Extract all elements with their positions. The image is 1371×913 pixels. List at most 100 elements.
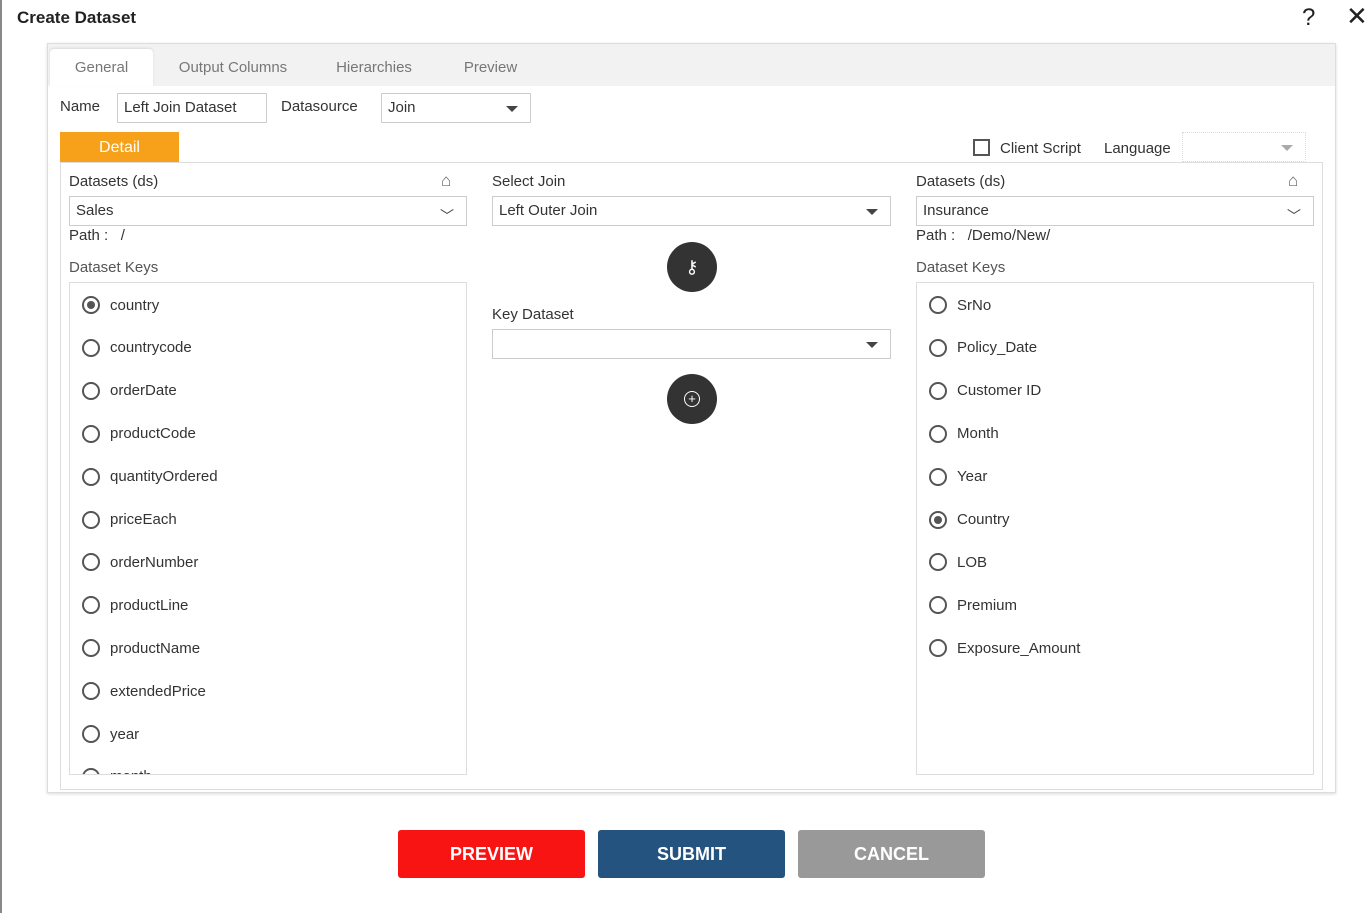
key-label: extendedPrice — [110, 682, 206, 700]
key-label: Country — [957, 511, 1010, 528]
key-icon: ⚷ — [685, 256, 699, 277]
right-keys-label: Dataset Keys — [916, 259, 1006, 276]
key-item[interactable]: orderDate — [82, 381, 177, 401]
radio-button[interactable] — [929, 639, 947, 658]
key-label: SrNo — [957, 296, 992, 314]
key-item[interactable]: Country — [929, 510, 1010, 530]
path-value: /Demo/New/ — [967, 227, 1051, 244]
detail-tab[interactable]: Detail — [60, 132, 179, 163]
key-item[interactable]: productName — [82, 638, 200, 658]
key-item[interactable]: extendedPrice — [82, 681, 206, 701]
key-label: productCode — [110, 425, 196, 443]
key-item[interactable]: productCode — [82, 424, 196, 444]
radio-button[interactable] — [82, 338, 100, 357]
help-icon[interactable]: ? — [1302, 4, 1315, 32]
close-icon[interactable]: ✕ — [1346, 2, 1368, 30]
tab-general[interactable]: General — [50, 49, 153, 86]
language-label: Language — [1104, 140, 1171, 157]
preview-button[interactable]: PREVIEW — [398, 830, 585, 878]
dialog-title: Create Dataset — [17, 8, 137, 27]
key-label: year — [110, 725, 140, 743]
left-path: Path : / — [69, 227, 125, 244]
datasource-select[interactable]: Join — [381, 93, 531, 123]
key-label: priceEach — [110, 511, 177, 528]
key-item[interactable]: Policy_Date — [929, 338, 1037, 358]
key-item[interactable]: Month — [929, 424, 999, 444]
key-label: Customer ID — [957, 382, 1042, 400]
radio-button[interactable] — [929, 424, 947, 443]
radio-button[interactable] — [82, 553, 100, 572]
key-label: month — [110, 768, 152, 774]
radio-button[interactable] — [82, 639, 100, 658]
key-dataset-label: Key Dataset — [492, 306, 574, 323]
radio-button[interactable] — [929, 510, 947, 529]
left-keys-list[interactable]: country countrycode orderDate productCode qu… — [69, 282, 467, 775]
key-item[interactable]: SrNo — [929, 295, 991, 315]
radio-button[interactable] — [929, 296, 947, 314]
tab-preview[interactable]: Preview — [448, 49, 533, 86]
left-dataset-select[interactable]: Sales ﹀ — [69, 196, 467, 226]
key-item[interactable]: month — [82, 767, 152, 774]
tab-output-columns[interactable]: Output Columns — [163, 49, 303, 86]
key-item[interactable]: countrycode — [82, 338, 192, 358]
radio-button[interactable] — [82, 296, 100, 314]
right-dataset-select[interactable]: Insurance ﹀ — [916, 196, 1314, 226]
chevron-down-icon: ﹀ — [440, 208, 454, 224]
left-dataset-value: Sales — [76, 202, 114, 219]
path-value: / — [120, 227, 125, 244]
caret-down-icon — [1281, 145, 1293, 151]
caret-down-icon — [506, 106, 518, 112]
select-join-value: Left Outer Join — [499, 202, 598, 219]
key-item[interactable]: country — [82, 295, 159, 315]
key-item[interactable]: Customer ID — [929, 381, 1041, 401]
key-dataset-select[interactable] — [492, 329, 891, 359]
path-label: Path : — [69, 227, 109, 244]
language-select[interactable] — [1182, 132, 1306, 162]
radio-button[interactable] — [82, 725, 100, 743]
key-item[interactable]: LOB — [929, 552, 987, 572]
right-dataset-value: Insurance — [923, 202, 989, 219]
key-label: productLine — [110, 596, 189, 614]
radio-button[interactable] — [82, 467, 100, 486]
radio-button[interactable] — [929, 338, 947, 357]
key-label: countrycode — [110, 339, 192, 357]
radio-button[interactable] — [929, 553, 947, 572]
key-item[interactable]: quantityOrdered — [82, 467, 218, 487]
add-button[interactable]: + — [667, 374, 717, 424]
cancel-button[interactable]: CANCEL — [798, 830, 985, 878]
key-item[interactable]: year — [82, 724, 139, 744]
radio-button[interactable] — [929, 596, 947, 615]
key-item[interactable]: priceEach — [82, 510, 177, 530]
caret-down-icon — [866, 342, 878, 348]
submit-button[interactable]: SUBMIT — [598, 830, 785, 878]
right-keys-list[interactable]: SrNo Policy_Date Customer ID Month Year Count… — [916, 282, 1314, 775]
key-item[interactable]: orderNumber — [82, 552, 198, 572]
chevron-down-icon: ﹀ — [1287, 208, 1301, 224]
key-label: Premium — [957, 596, 1018, 614]
key-item[interactable]: Exposure_Amount — [929, 638, 1080, 658]
right-path: Path : /Demo/New/ — [916, 227, 1050, 244]
tab-hierarchies[interactable]: Hierarchies — [323, 49, 425, 86]
name-input[interactable]: Left Join Dataset — [117, 93, 267, 123]
select-join-select[interactable]: Left Outer Join — [492, 196, 891, 226]
radio-button[interactable] — [82, 596, 100, 615]
key-button[interactable]: ⚷ — [667, 242, 717, 292]
key-label: Policy_Date — [957, 339, 1038, 357]
radio-button[interactable] — [82, 424, 100, 443]
left-keys-label: Dataset Keys — [69, 259, 159, 276]
key-label: quantityOrdered — [110, 468, 218, 486]
radio-button[interactable] — [929, 467, 947, 486]
key-label: Exposure_Amount — [957, 639, 1081, 657]
radio-button[interactable] — [82, 510, 100, 529]
radio-button[interactable] — [82, 381, 100, 400]
radio-button[interactable] — [82, 682, 100, 701]
client-script-checkbox[interactable] — [973, 139, 990, 156]
key-item[interactable]: productLine — [82, 595, 188, 615]
radio-button[interactable] — [82, 767, 100, 774]
key-item[interactable]: Premium — [929, 595, 1017, 615]
home-icon[interactable]: ⌂ — [441, 171, 451, 191]
name-label: Name — [60, 98, 101, 115]
radio-button[interactable] — [929, 381, 947, 400]
home-icon[interactable]: ⌂ — [1288, 171, 1298, 191]
key-item[interactable]: Year — [929, 467, 987, 487]
